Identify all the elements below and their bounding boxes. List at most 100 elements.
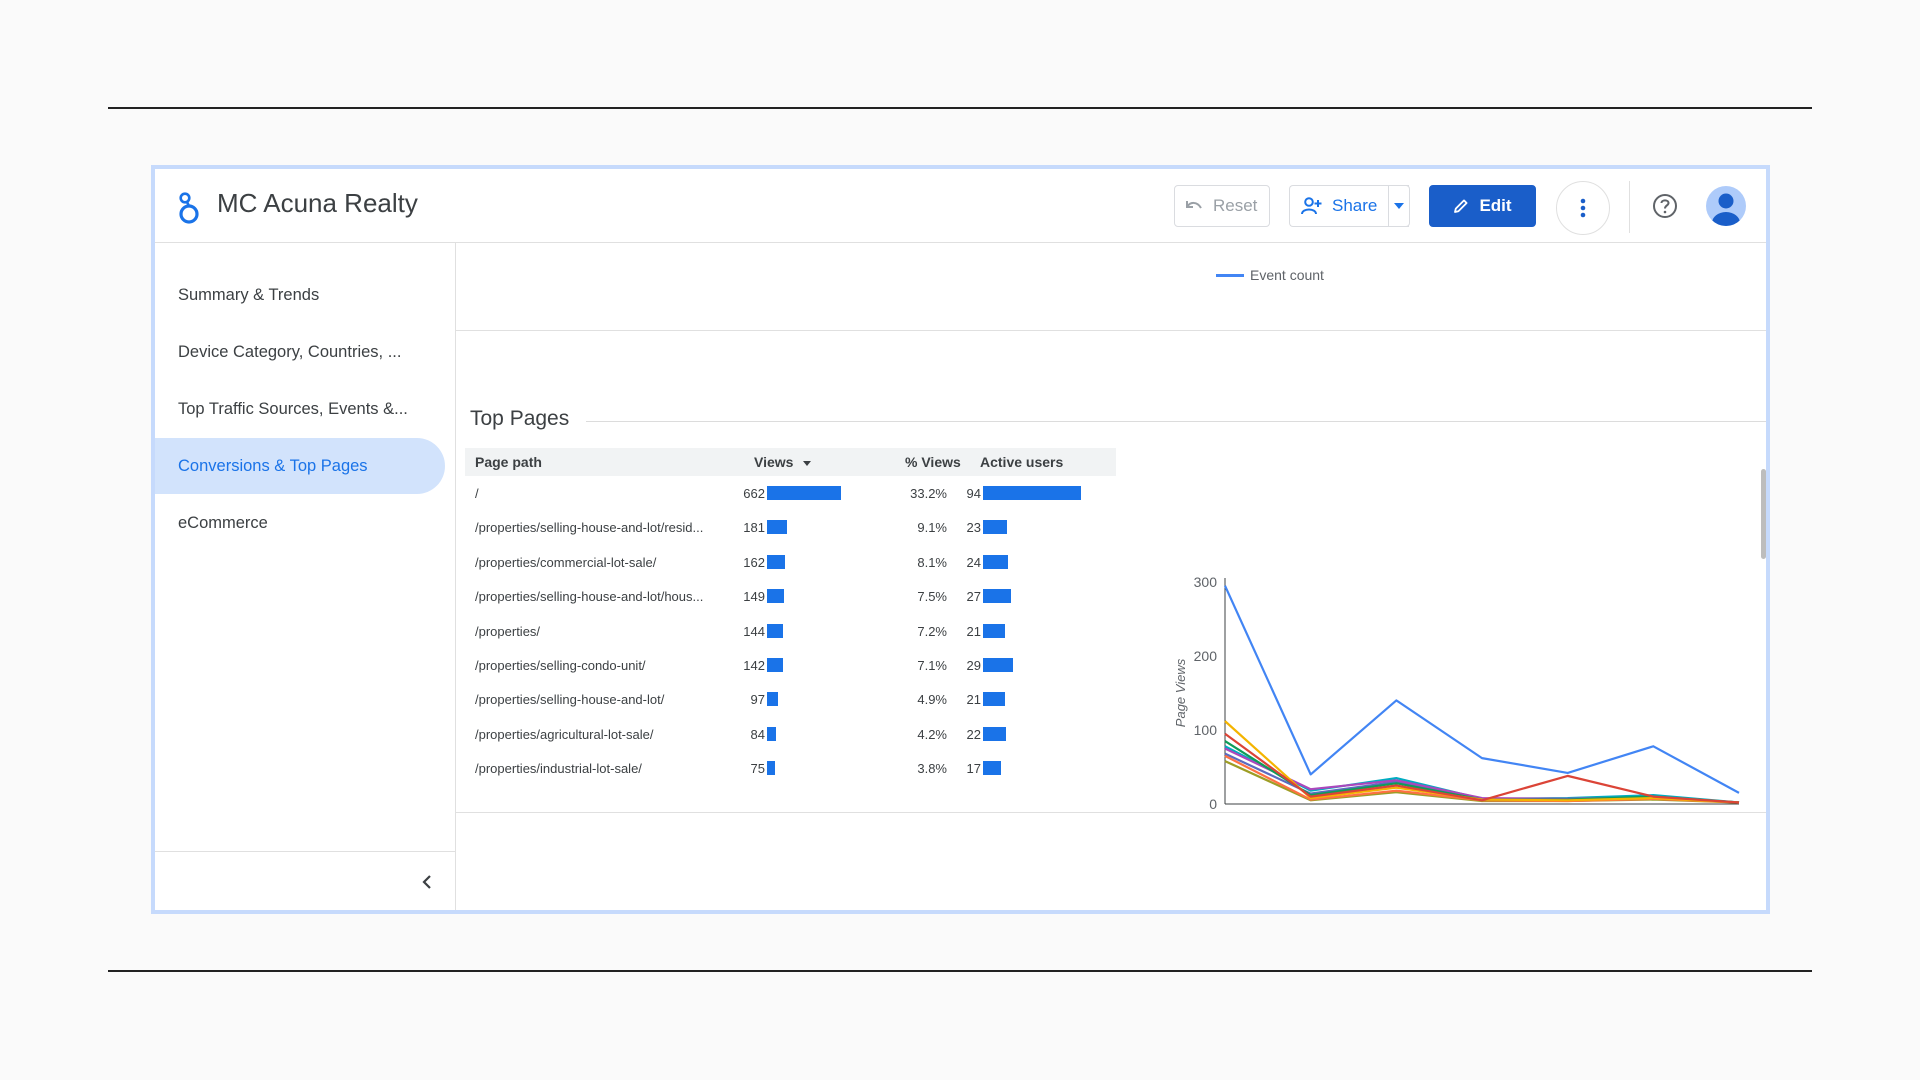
pct-views-cell: 8.1% — [917, 554, 947, 570]
pct-views-cell: 9.1% — [917, 520, 947, 536]
nav-item-conversions-top-pages[interactable]: Conversions & Top Pages — [155, 438, 445, 494]
report-title: MC Acuna Realty — [217, 188, 418, 218]
sort-descending-icon — [803, 460, 812, 466]
pct-views-cell: 4.2% — [917, 726, 947, 742]
table-row[interactable]: /properties/144 7.2% 21 — [465, 614, 1116, 648]
y-tick-label: 200 — [1194, 648, 1218, 664]
edit-button[interactable]: Edit — [1429, 185, 1536, 227]
table-row[interactable]: /properties/selling-house-and-lot/resid.… — [465, 510, 1116, 544]
views-bar — [767, 692, 778, 707]
views-cell: 97 — [750, 692, 765, 708]
report-canvas: Event count Top Pages Page path Views % … — [456, 243, 1766, 910]
nav-item-label: Device Category, Countries, ... — [178, 342, 402, 361]
undo-icon — [1186, 201, 1202, 209]
pct-views-cell: 7.5% — [917, 589, 947, 605]
views-cell: 142 — [743, 657, 765, 673]
section-rule — [586, 421, 1766, 422]
table-row[interactable]: / 662 33.2% 94 — [465, 476, 1116, 510]
series-line — [1224, 732, 1740, 804]
chevron-left-icon[interactable] — [421, 874, 433, 890]
active-users-bar — [983, 761, 1001, 776]
edit-label: Edit — [1479, 196, 1512, 215]
account-avatar[interactable] — [1706, 186, 1746, 226]
table-row[interactable]: /properties/selling-house-and-lot/97 4.9%… — [465, 682, 1116, 716]
column-header-active-users[interactable]: Active users — [980, 454, 1063, 470]
chart-divider — [456, 330, 1766, 331]
page-path-cell: /properties/selling-house-and-lot/ — [475, 692, 665, 708]
active-users-bar — [983, 554, 1009, 569]
column-header-page-path[interactable]: Page path — [475, 454, 542, 470]
active-users-cell: 21 — [966, 692, 981, 708]
series-line — [1223, 585, 1740, 794]
column-header-label: Views — [754, 454, 794, 470]
bottom-rule — [108, 970, 1812, 972]
y-tick-label: 300 — [1194, 574, 1218, 590]
add-person-icon — [1301, 197, 1322, 215]
vertical-scrollbar[interactable] — [1761, 469, 1766, 559]
active-users-cell: 17 — [966, 761, 981, 777]
views-cell: 181 — [743, 520, 765, 536]
views-cell: 144 — [743, 623, 765, 639]
pct-views-cell: 7.2% — [917, 623, 947, 639]
app-header: MC Acuna Realty Reset Share Edit — [155, 169, 1766, 243]
table-row[interactable]: /properties/selling-condo-unit/142 7.1% 29 — [465, 648, 1116, 682]
reset-button[interactable]: Reset — [1174, 185, 1270, 227]
top-pages-table: Page path Views % Views Active users / 66… — [465, 448, 1116, 786]
page-path-cell: /properties/industrial-lot-sale/ — [475, 761, 642, 777]
active-users-cell: 22 — [966, 726, 981, 742]
page-path-cell: /properties/agricultural-lot-sale/ — [475, 726, 654, 742]
share-options-dropdown[interactable] — [1388, 185, 1410, 227]
pct-views-cell: 33.2% — [910, 486, 947, 501]
horizontal-scrollbar[interactable] — [524, 910, 1678, 914]
active-users-bar — [983, 623, 1005, 638]
table-row[interactable]: /properties/agricultural-lot-sale/84 4.2%… — [465, 717, 1116, 751]
nav-item-label: Summary & Trends — [178, 285, 320, 304]
nav-item-ecommerce[interactable]: eCommerce — [155, 495, 445, 551]
page-path-cell: /properties/commercial-lot-sale/ — [475, 554, 657, 570]
active-users-cell: 27 — [966, 589, 981, 605]
nav-item-summary-trends[interactable]: Summary & Trends — [155, 267, 445, 323]
active-users-cell: 23 — [966, 520, 981, 536]
active-users-cell: 29 — [966, 657, 981, 673]
active-users-bar — [983, 486, 1081, 500]
nav-item-label: Top Traffic Sources, Events &... — [178, 399, 408, 418]
table-row[interactable]: /properties/commercial-lot-sale/162 8.1% 2… — [465, 545, 1116, 579]
table-body: / 662 33.2% 94/properties/selling-house-and… — [465, 476, 1116, 786]
page-path-cell: /properties/selling-house-and-lot/hous..… — [475, 589, 704, 605]
table-header: Page path Views % Views Active users — [465, 448, 1116, 476]
share-label: Share — [1332, 196, 1378, 215]
caret-down-icon — [1394, 203, 1404, 209]
y-axis-label: Page Views — [1173, 658, 1188, 727]
active-users-cell: 24 — [966, 554, 981, 570]
event-count-legend: Event count — [1216, 267, 1324, 283]
section-bottom-divider — [456, 812, 1766, 813]
looker-studio-logo-icon — [179, 192, 199, 224]
page-path-cell: /properties/ — [475, 623, 541, 639]
pct-views-cell: 3.8% — [917, 761, 947, 777]
page-path-cell: / — [475, 486, 479, 501]
top-rule — [108, 107, 1812, 109]
views-bar — [767, 486, 841, 500]
report-window: MC Acuna Realty Reset Share Edit Summary… — [151, 165, 1770, 914]
pct-views-cell: 7.1% — [917, 657, 947, 673]
nav-item-device-category[interactable]: Device Category, Countries, ... — [155, 324, 445, 380]
header-divider — [1629, 181, 1630, 233]
legend-label: Event count — [1250, 267, 1324, 283]
help-icon[interactable] — [1651, 192, 1679, 220]
table-row[interactable]: /properties/industrial-lot-sale/75 3.8% 17 — [465, 751, 1116, 785]
more-options-button[interactable] — [1556, 181, 1610, 235]
more-vert-icon — [1580, 198, 1586, 218]
column-header-pct-views[interactable]: % Views — [905, 454, 961, 470]
reset-label: Reset — [1213, 196, 1258, 215]
table-row[interactable]: /properties/selling-house-and-lot/hous..… — [465, 579, 1116, 613]
legend-swatch — [1216, 273, 1244, 277]
section-title: Top Pages — [470, 407, 582, 431]
nav-item-label: Conversions & Top Pages — [178, 456, 368, 475]
page-navigation: Summary & Trends Device Category, Countr… — [155, 243, 456, 910]
sidebar-footer — [155, 851, 455, 910]
nav-item-top-traffic-sources[interactable]: Top Traffic Sources, Events &... — [155, 381, 445, 437]
views-bar — [767, 589, 784, 604]
column-header-views[interactable]: Views — [754, 454, 812, 470]
active-users-cell: 21 — [966, 623, 981, 639]
pct-views-cell: 4.9% — [917, 692, 947, 708]
